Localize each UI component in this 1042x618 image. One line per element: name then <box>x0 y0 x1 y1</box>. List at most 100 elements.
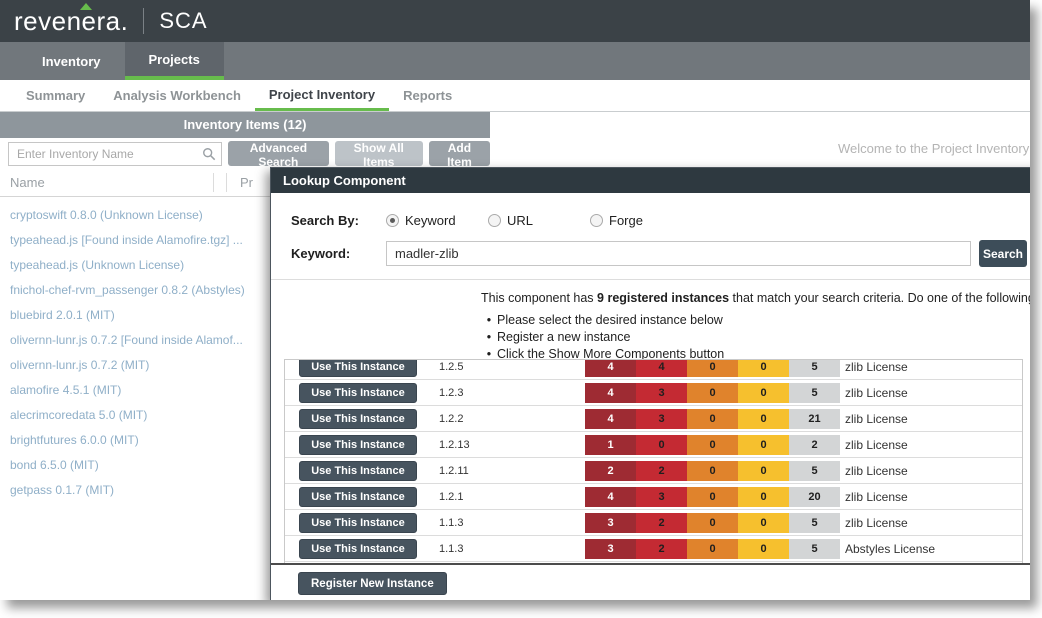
severity-count-badge: 0 <box>738 435 789 455</box>
app-window: revenera. SCA Inventory Projects Summary… <box>0 0 1030 600</box>
search-icon <box>202 147 216 161</box>
bullet-text: Register a new instance <box>497 330 630 344</box>
bullet-text: Please select the desired instance below <box>497 313 723 327</box>
add-item-button[interactable]: Add Item <box>429 141 490 166</box>
severity-count-badge: 0 <box>636 435 687 455</box>
use-this-instance-button[interactable]: Use This Instance <box>299 359 417 377</box>
radio-label: URL <box>507 213 533 228</box>
use-this-instance-button[interactable]: Use This Instance <box>299 409 417 429</box>
bullet-item: •Register a new instance <box>481 330 1030 344</box>
bullet-item: •Please select the desired instance belo… <box>481 313 1030 327</box>
use-this-instance-button[interactable]: Use This Instance <box>299 539 417 559</box>
instance-license: zlib License <box>845 484 908 510</box>
instance-row: Use This Instance 1.1.3 32005 zlib Licen… <box>285 510 1022 536</box>
severity-count-badge: 0 <box>687 461 738 481</box>
subnav-analysis-workbench[interactable]: Analysis Workbench <box>99 80 255 111</box>
instance-version: 1.2.13 <box>439 432 470 458</box>
severity-count-badge: 3 <box>636 383 687 403</box>
instance-row: Use This Instance 1.2.2 430021 zlib Lice… <box>285 406 1022 432</box>
brand-divider <box>143 8 144 34</box>
main-tabbar: Inventory Projects <box>0 42 1030 80</box>
use-this-instance-button[interactable]: Use This Instance <box>299 383 417 403</box>
revenera-logo: revenera. <box>14 8 128 34</box>
severity-count-badge: 0 <box>687 539 738 559</box>
instance-row: Use This Instance 1.2.11 22005 zlib Lice… <box>285 458 1022 484</box>
radio-option-url[interactable]: URL <box>488 213 560 228</box>
severity-count-badge: 5 <box>789 539 840 559</box>
tab-projects[interactable]: Projects <box>125 42 224 80</box>
inventory-search-input[interactable] <box>8 142 222 166</box>
instance-license: zlib License <box>845 458 908 484</box>
column-header-priority[interactable]: Pr <box>240 169 253 197</box>
radio-icon[interactable] <box>590 214 603 227</box>
severity-count-badge: 4 <box>636 359 687 377</box>
instance-row: Use This Instance 1.2.13 10002 zlib Lice… <box>285 432 1022 458</box>
vulnerability-badge-strip: 22005 <box>585 461 840 481</box>
tab-inventory[interactable]: Inventory <box>18 42 125 80</box>
instruction-bullets: •Please select the desired instance belo… <box>481 313 1030 361</box>
column-divider <box>226 173 227 192</box>
subnav-summary[interactable]: Summary <box>12 80 99 111</box>
radio-icon[interactable] <box>386 214 399 227</box>
inventory-search-row: Advanced Search Show All Items Add Item <box>0 138 490 169</box>
severity-count-badge: 0 <box>738 383 789 403</box>
severity-count-badge: 3 <box>585 513 636 533</box>
severity-count-badge: 2 <box>585 461 636 481</box>
radio-icon[interactable] <box>488 214 501 227</box>
use-this-instance-button[interactable]: Use This Instance <box>299 513 417 533</box>
subnav-project-inventory[interactable]: Project Inventory <box>255 80 389 111</box>
severity-count-badge: 4 <box>585 487 636 507</box>
welcome-text: Welcome to the Project Inventory <box>838 141 1029 156</box>
result-instructions: This component has 9 registered instance… <box>271 280 1030 361</box>
vulnerability-badge-strip: 32005 <box>585 513 840 533</box>
results-separator <box>271 563 1030 565</box>
severity-count-badge: 0 <box>738 359 789 377</box>
severity-count-badge: 3 <box>585 539 636 559</box>
vulnerability-badge-strip: 43005 <box>585 383 840 403</box>
radio-label: Forge <box>609 213 643 228</box>
radio-option-forge[interactable]: Forge <box>590 213 662 228</box>
vulnerability-badge-strip: 10002 <box>585 435 840 455</box>
app-header: revenera. SCA <box>0 0 1030 42</box>
vulnerability-badge-strip: 430020 <box>585 487 840 507</box>
instance-license: zlib License <box>845 510 908 536</box>
show-all-items-button[interactable]: Show All Items <box>335 141 423 166</box>
vulnerability-badge-strip: 430021 <box>585 409 840 429</box>
instance-version: 1.2.11 <box>439 458 469 484</box>
severity-count-badge: 20 <box>789 487 840 507</box>
radio-label: Keyword <box>405 213 456 228</box>
use-this-instance-button[interactable]: Use This Instance <box>299 487 417 507</box>
vulnerability-badge-strip: 44005 <box>585 359 840 377</box>
instance-license: zlib License <box>845 406 908 432</box>
radio-option-keyword[interactable]: Keyword <box>386 213 458 228</box>
leaf-icon <box>80 3 92 10</box>
dialog-form: Search By: KeywordURLForge Keyword: Sear… <box>271 193 1030 267</box>
instance-license: Abstyles License <box>845 536 935 562</box>
severity-count-badge: 0 <box>687 487 738 507</box>
inventory-panel-title: Inventory Items (12) <box>0 112 490 138</box>
register-new-instance-button[interactable]: Register New Instance <box>298 572 447 595</box>
severity-count-badge: 5 <box>789 461 840 481</box>
keyword-label: Keyword: <box>291 246 386 261</box>
brand-text: revenera. <box>14 6 128 36</box>
keyword-input[interactable] <box>386 241 971 266</box>
instance-results-list[interactable]: Use This Instance 1.2.5 44005 zlib Licen… <box>284 359 1023 563</box>
severity-count-badge: 1 <box>585 435 636 455</box>
search-button[interactable]: Search <box>979 240 1027 267</box>
use-this-instance-button[interactable]: Use This Instance <box>299 461 417 481</box>
instance-row: Use This Instance 1.2.3 43005 zlib Licen… <box>285 380 1022 406</box>
severity-count-badge: 5 <box>789 359 840 377</box>
subnav-reports[interactable]: Reports <box>389 80 466 111</box>
severity-count-badge: 0 <box>738 487 789 507</box>
instance-license: zlib License <box>845 432 908 458</box>
instance-license: zlib License <box>845 380 908 406</box>
vulnerability-badge-strip: 32005 <box>585 539 840 559</box>
advanced-search-button[interactable]: Advanced Search <box>228 141 329 166</box>
severity-count-badge: 2 <box>636 539 687 559</box>
instance-version: 1.2.1 <box>439 484 463 510</box>
severity-count-badge: 4 <box>585 409 636 429</box>
column-header-name[interactable]: Name <box>10 169 45 197</box>
use-this-instance-button[interactable]: Use This Instance <box>299 435 417 455</box>
severity-count-badge: 0 <box>687 513 738 533</box>
instance-license: zlib License <box>845 359 908 380</box>
